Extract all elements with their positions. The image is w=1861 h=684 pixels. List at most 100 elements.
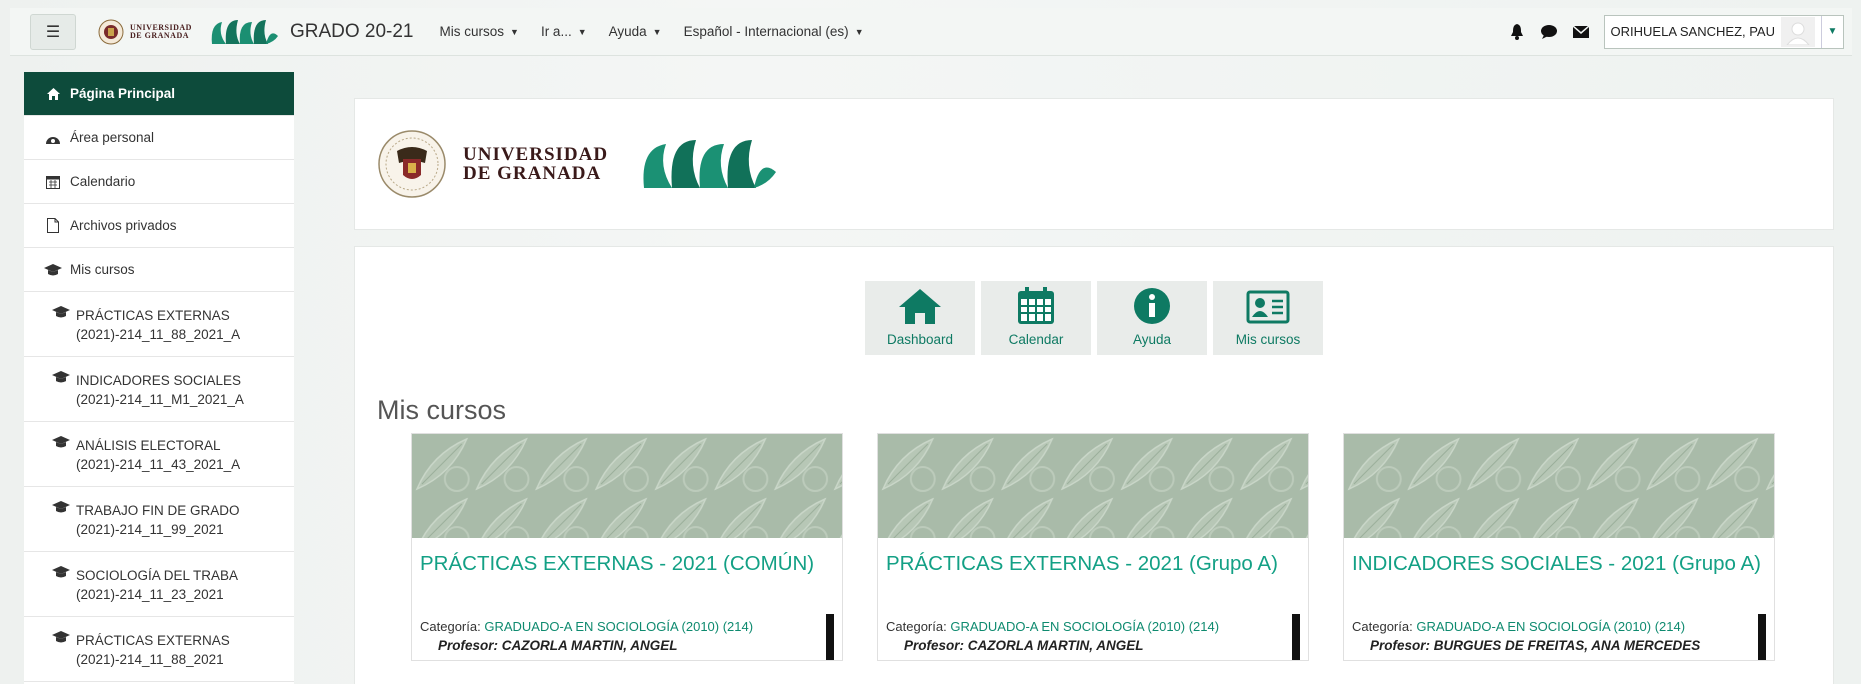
- professor-name: CAZORLA MARTIN, ANGEL: [967, 638, 1144, 653]
- quick-link-dashboard[interactable]: Dashboard: [865, 281, 975, 355]
- quick-link-label: Dashboard: [886, 332, 954, 347]
- course-card[interactable]: INDICADORES SOCIALES - 2021 (Grupo A) Ca…: [1343, 433, 1775, 661]
- menu-label: Mis cursos: [439, 24, 505, 39]
- graduation-cap-icon: [52, 371, 70, 421]
- sidebar-item-pagina-principal[interactable]: Página Principal: [24, 72, 294, 116]
- course-line2: (2021)-214_11_M1_2021_A: [76, 392, 244, 407]
- course-professor: Profesor: BURGUES DE FREITAS, ANA MERCED…: [1344, 638, 1774, 653]
- course-title-link[interactable]: PRÁCTICAS EXTERNAS - 2021 (COMÚN): [412, 543, 842, 609]
- professor-label: Profesor:: [438, 638, 499, 653]
- quick-link-calendar[interactable]: Calendar: [981, 281, 1091, 355]
- sidebar-course-item[interactable]: PRÁCTICAS EXTERNAS (2021)-214_11_88_2021_…: [24, 292, 294, 357]
- course-title-link[interactable]: INDICADORES SOCIALES - 2021 (Grupo A): [1344, 543, 1774, 609]
- graduation-cap-icon: [52, 501, 70, 551]
- menu-mis-cursos[interactable]: Mis cursos ▼: [440, 24, 519, 39]
- menu-ir-a[interactable]: Ir a... ▼: [541, 24, 587, 39]
- category-link[interactable]: GRADUADO-A EN SOCIOLOGÍA (2010) (214): [950, 619, 1219, 634]
- professor-label: Profesor:: [1370, 638, 1431, 653]
- category-label: Categoría:: [420, 619, 481, 634]
- sidebar-nav: Página Principal Área personal Calendari…: [24, 72, 294, 684]
- course-line1: TRABAJO FIN DE GRADO: [76, 503, 240, 518]
- main-menu: Mis cursos ▼ Ir a... ▼ Ayuda ▼ Español - In…: [440, 24, 864, 39]
- home-icon: [44, 87, 62, 100]
- professor-name: CAZORLA MARTIN, ANGEL: [501, 638, 678, 653]
- card-scrollbar[interactable]: [1758, 614, 1766, 660]
- sidebar-item-label: Calendario: [70, 174, 136, 189]
- prado-logo-small[interactable]: [208, 16, 280, 48]
- section-title: Mis cursos: [377, 395, 507, 425]
- menu-toggle-button[interactable]: ☰: [30, 13, 76, 50]
- menu-label: Español - Internacional (es): [683, 24, 849, 39]
- sidebar-item-calendario[interactable]: Calendario: [24, 160, 294, 204]
- course-cards: PRÁCTICAS EXTERNAS - 2021 (COMÚN) Catego…: [411, 433, 1775, 661]
- sidebar-course-item[interactable]: ANÁLISIS ELECTORAL (2021)-214_11_43_2021_…: [24, 422, 294, 487]
- sidebar-course-item[interactable]: PRÁCTICAS EXTERNAS (2021)-214_11_88_2021: [24, 617, 294, 682]
- sidebar-item-area-personal[interactable]: Área personal: [24, 116, 294, 160]
- sidebar-item-label: Área personal: [70, 130, 155, 145]
- ugr-line1: UNIVERSIDAD: [463, 144, 609, 165]
- sidebar-item-archivos-privados[interactable]: Archivos privados: [24, 204, 294, 248]
- graduation-cap-icon: [52, 631, 70, 681]
- bell-icon[interactable]: [1508, 23, 1526, 41]
- quick-link-label: Ayuda: [1132, 332, 1172, 347]
- course-line1: INDICADORES SOCIALES: [76, 373, 242, 388]
- hamburger-icon: ☰: [45, 23, 61, 41]
- envelope-icon[interactable]: [1572, 23, 1590, 41]
- top-navbar: ☰ UNIVERSIDAD DE GRANADA GRADO 20-21 Mis…: [10, 8, 1852, 56]
- category-label: Categoría:: [886, 619, 947, 634]
- user-name: ORIHUELA SANCHEZ, PAU: [1610, 24, 1775, 39]
- ugr-small-line2: DE GRANADA: [130, 30, 189, 40]
- course-category: Categoría: GRADUADO-A EN SOCIOLOGÍA (201…: [412, 609, 842, 634]
- caret-down-icon: ▼: [510, 26, 519, 37]
- course-card[interactable]: PRÁCTICAS EXTERNAS - 2021 (COMÚN) Catego…: [411, 433, 843, 661]
- ugr-line2: DE GRANADA: [463, 163, 602, 184]
- graduation-cap-icon: [52, 566, 70, 616]
- quick-links: Dashboard Calendar Ayuda Mis cursos: [865, 281, 1323, 355]
- info-icon: [1134, 288, 1170, 324]
- card-scrollbar[interactable]: [826, 614, 834, 660]
- home-icon: [899, 289, 941, 324]
- sidebar-item-mis-cursos[interactable]: Mis cursos: [24, 248, 294, 292]
- menu-label: Ayuda: [608, 24, 647, 39]
- course-image: [878, 434, 1308, 538]
- sidebar-course-item[interactable]: SOCIOLOGÍA DEL TRABA (2021)-214_11_23_202…: [24, 552, 294, 617]
- ugr-logo-small[interactable]: UNIVERSIDAD DE GRANADA: [98, 19, 192, 45]
- university-seal-icon: [98, 19, 124, 44]
- chevron-down-icon[interactable]: ▼: [1821, 15, 1843, 48]
- id-card-icon: [1246, 290, 1290, 324]
- sidebar-item-label: Página Principal: [70, 86, 176, 101]
- course-category: Categoría: GRADUADO-A EN SOCIOLOGÍA (201…: [878, 609, 1308, 634]
- menu-language[interactable]: Español - Internacional (es) ▼: [684, 24, 864, 39]
- sidebar-course-item[interactable]: INDICADORES SOCIALES (2021)-214_11_M1_202…: [24, 357, 294, 422]
- avatar: [1781, 16, 1815, 47]
- site-name[interactable]: GRADO 20-21: [290, 21, 414, 43]
- sidebar-course-item[interactable]: TRABAJO FIN DE GRADO (2021)-214_11_99_202…: [24, 487, 294, 552]
- category-link[interactable]: GRADUADO-A EN SOCIOLOGÍA (2010) (214): [484, 619, 753, 634]
- quick-link-label: Mis cursos: [1235, 332, 1301, 347]
- sidebar-item-label: Mis cursos: [70, 262, 135, 277]
- quick-link-ayuda[interactable]: Ayuda: [1097, 281, 1207, 355]
- course-category: Categoría: GRADUADO-A EN SOCIOLOGÍA (201…: [1344, 609, 1774, 634]
- user-menu[interactable]: ORIHUELA SANCHEZ, PAU ▼: [1603, 14, 1844, 49]
- header-logo-card: UNIVERSIDAD DE GRANADA: [354, 98, 1834, 230]
- navbar-right: ORIHUELA SANCHEZ, PAU ▼: [1508, 14, 1844, 49]
- menu-label: Ir a...: [540, 24, 572, 39]
- category-link[interactable]: GRADUADO-A EN SOCIOLOGÍA (2010) (214): [1416, 619, 1685, 634]
- course-title-link[interactable]: PRÁCTICAS EXTERNAS - 2021 (Grupo A): [878, 543, 1308, 609]
- graduation-cap-icon: [52, 306, 70, 356]
- quick-link-mis-cursos[interactable]: Mis cursos: [1213, 281, 1323, 355]
- menu-ayuda[interactable]: Ayuda ▼: [609, 24, 662, 39]
- sidebar-item-label: Archivos privados: [70, 218, 177, 233]
- professor-label: Profesor:: [904, 638, 965, 653]
- course-image: [1344, 434, 1774, 538]
- card-scrollbar[interactable]: [1292, 614, 1300, 660]
- user-avatar-icon: [1786, 22, 1810, 45]
- calendar-icon: [1018, 287, 1054, 324]
- chat-bubble-icon[interactable]: [1540, 23, 1558, 41]
- university-seal-icon: [378, 130, 446, 198]
- prado-logo: [643, 140, 777, 188]
- course-line1: ANÁLISIS ELECTORAL: [76, 438, 221, 453]
- course-professor: Profesor: CAZORLA MARTIN, ANGEL: [878, 638, 1308, 653]
- course-card[interactable]: PRÁCTICAS EXTERNAS - 2021 (Grupo A) Cate…: [877, 433, 1309, 661]
- dashboard-icon: [44, 132, 62, 144]
